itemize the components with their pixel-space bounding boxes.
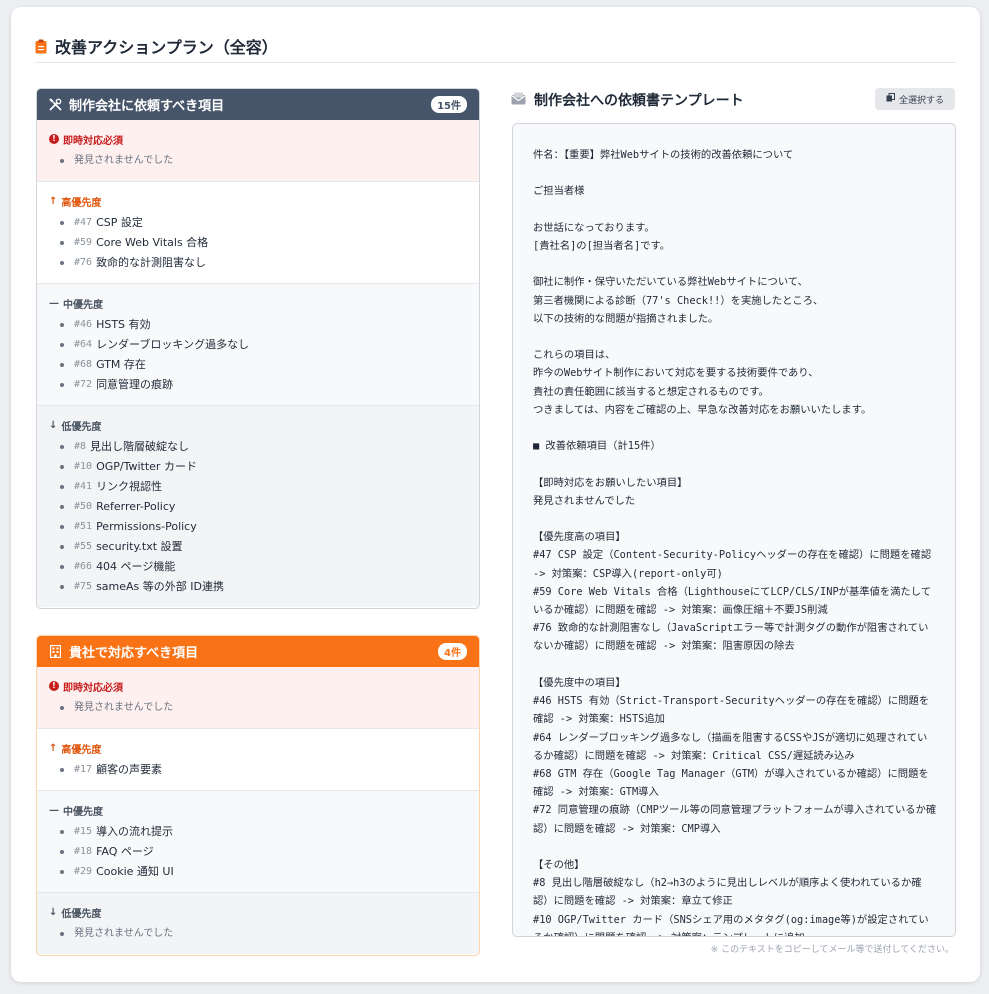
vendor-count-badge: 15件	[431, 96, 467, 113]
alert-icon: !	[49, 134, 59, 144]
mid-label: — 中優先度	[49, 297, 103, 311]
copy-icon	[886, 93, 895, 105]
minus-icon: —	[49, 804, 59, 816]
company-mid-section: — 中優先度 #15 導入の流れ提示 #18 FAQ ページ #29 Cookie 通知…	[37, 791, 479, 893]
list-item: #50 Referrer-Policy	[60, 497, 467, 517]
company-high-section: ↑ 高優先度 #17 顧客の声要素	[37, 729, 479, 791]
copy-instruction-note: ※ このテキストをコピーしてメール等で送付してください。	[710, 945, 954, 955]
page-title-text: 改善アクションプラン（全容）	[55, 38, 278, 57]
company-low-section: ↓ 低優先度 発見されませんでした	[37, 893, 479, 954]
arrow-down-icon: ↓	[49, 906, 58, 918]
list-item: #55 security.txt 設置	[60, 537, 467, 557]
title-divider	[35, 62, 956, 63]
list-item: #15 導入の流れ提示	[60, 822, 467, 842]
low-label: ↓ 低優先度	[49, 906, 102, 920]
clipboard-icon	[35, 39, 47, 54]
urgent-label: ! 即時対応必須	[49, 679, 467, 694]
low-label: ↓ 低優先度	[49, 419, 102, 433]
list-item: #51 Permissions-Policy	[60, 517, 467, 537]
list-item: 発見されませんでした	[60, 698, 467, 718]
list-item: #66 404 ページ機能	[60, 557, 467, 577]
list-item: 発見されませんでした	[60, 151, 467, 171]
vendor-items-panel: 制作会社に依頼すべき項目 15件 ! 即時対応必須 発見されませんでした ↑ 高優先…	[36, 88, 480, 609]
high-label: ↑ 高優先度	[49, 742, 102, 756]
list-item: #72 同意管理の痕跡	[60, 375, 467, 395]
action-plan-card: 改善アクションプラン（全容） 制作会社に依頼すべき項目 15件 ! 即時対応必須 …	[11, 7, 980, 982]
mid-label: — 中優先度	[49, 804, 103, 818]
page-title: 改善アクションプラン（全容）	[35, 34, 278, 58]
arrow-up-icon: ↑	[49, 742, 58, 754]
arrow-down-icon: ↓	[49, 419, 58, 431]
list-item: #41 リンク視認性	[60, 477, 467, 497]
vendor-low-section: ↓ 低優先度 #8 見出し階層破綻なし #10 OGP/Twitter カード #41…	[37, 406, 479, 607]
envelope-icon	[511, 92, 526, 109]
arrow-up-icon: ↑	[49, 195, 58, 207]
list-item: 発見されませんでした	[60, 924, 467, 944]
template-title-text: 制作会社への依頼書テンプレート	[534, 93, 744, 109]
template-body: 件名：【重要】弊社Webサイトの技術的改善依頼について ご担当者様 お世話になっ…	[533, 149, 937, 936]
list-item: #46 HSTS 有効	[60, 315, 467, 335]
list-item: #47 CSP 設定	[60, 213, 467, 233]
list-item: #59 Core Web Vitals 合格	[60, 233, 467, 253]
template-textarea[interactable]: 件名：【重要】弊社Webサイトの技術的改善依頼について ご担当者様 お世話になっ…	[512, 123, 956, 937]
high-label: ↑ 高優先度	[49, 195, 102, 209]
company-panel-title: 貴社で対応すべき項目	[69, 646, 199, 661]
list-item: #29 Cookie 通知 UI	[60, 862, 467, 882]
list-item: #18 FAQ ページ	[60, 842, 467, 862]
company-panel-header: 貴社で対応すべき項目 4件	[37, 636, 479, 667]
vendor-urgent-section: ! 即時対応必須 発見されませんでした	[37, 120, 479, 182]
list-item: #76 致命的な計測阻害なし	[60, 253, 467, 273]
alert-icon: !	[49, 681, 59, 691]
company-urgent-section: ! 即時対応必須 発見されませんでした	[37, 667, 479, 729]
building-icon	[49, 645, 62, 658]
vendor-panel-header: 制作会社に依頼すべき項目 15件	[37, 89, 479, 120]
select-all-button[interactable]: 全選択する	[875, 88, 955, 110]
urgent-label: ! 即時対応必須	[49, 132, 467, 147]
list-item: #17 顧客の声要素	[60, 760, 467, 780]
list-item: #75 sameAs 等の外部 ID連携	[60, 577, 467, 597]
minus-icon: —	[49, 297, 59, 309]
company-count-badge: 4件	[438, 643, 467, 660]
template-title: 制作会社への依頼書テンプレート	[511, 90, 744, 110]
list-item: #64 レンダーブロッキング過多なし	[60, 335, 467, 355]
list-item: #10 OGP/Twitter カード	[60, 457, 467, 477]
tools-icon	[49, 98, 62, 111]
select-all-label: 全選択する	[898, 95, 944, 106]
vendor-mid-section: — 中優先度 #46 HSTS 有効 #64 レンダーブロッキング過多なし #68 GT…	[37, 284, 479, 406]
vendor-panel-title: 制作会社に依頼すべき項目	[69, 99, 225, 114]
list-item: #68 GTM 存在	[60, 355, 467, 375]
vendor-high-section: ↑ 高優先度 #47 CSP 設定 #59 Core Web Vitals 合格 #7…	[37, 182, 479, 284]
company-items-panel: 貴社で対応すべき項目 4件 ! 即時対応必須 発見されませんでした ↑ 高優先度 #…	[36, 635, 480, 956]
list-item: #8 見出し階層破綻なし	[60, 437, 467, 457]
